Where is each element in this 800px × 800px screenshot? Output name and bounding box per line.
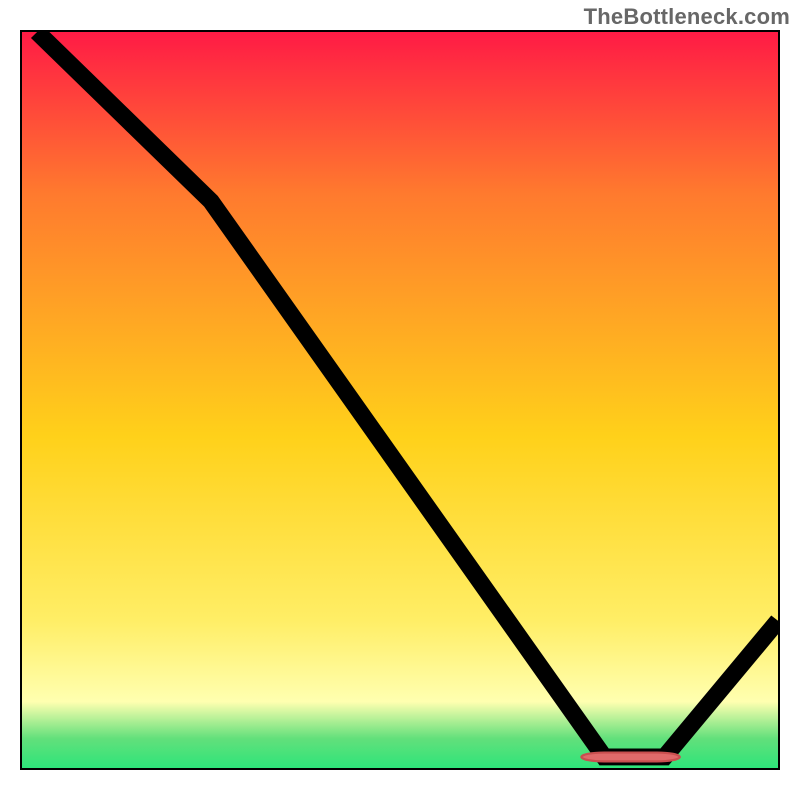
watermark-label: TheBottleneck.com [584,4,790,30]
plot-frame [20,30,780,770]
plot-area [22,32,778,768]
highlight-marker [22,32,778,768]
